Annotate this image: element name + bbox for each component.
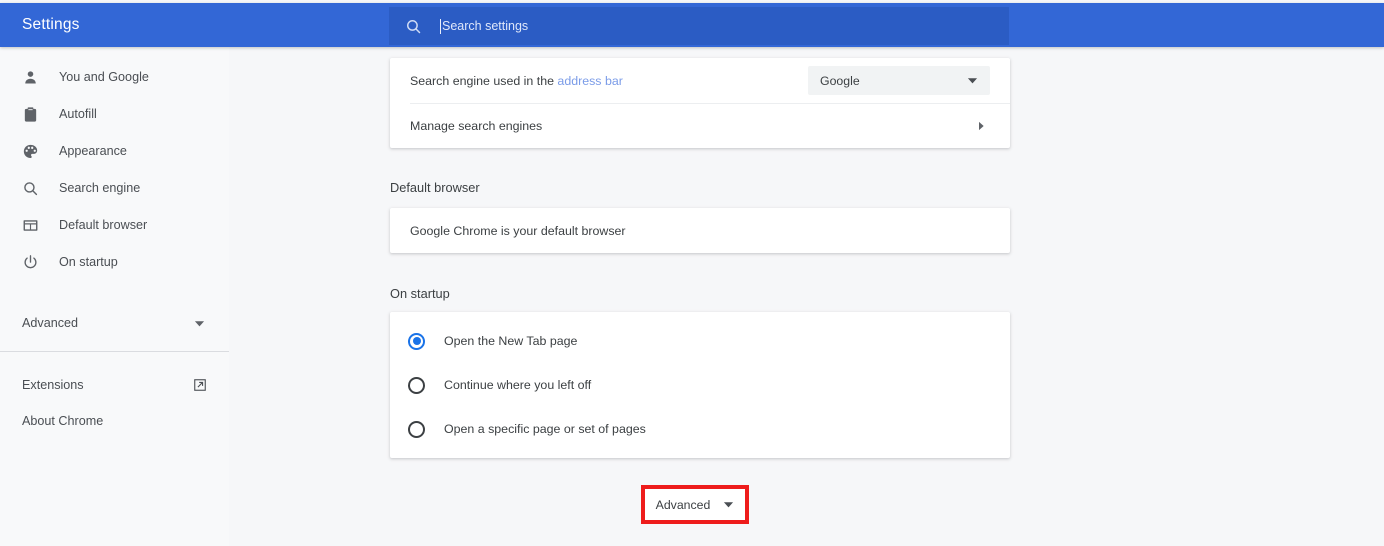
on-startup-card: Open the New Tab page Continue where you… (390, 312, 1010, 458)
sidebar-item-autofill[interactable]: Autofill (0, 96, 229, 132)
radio-button[interactable] (408, 421, 425, 438)
sidebar-item-advanced[interactable]: Advanced (0, 305, 229, 341)
sidebar-item-appearance[interactable]: Appearance (0, 133, 229, 169)
sidebar-divider (0, 351, 229, 352)
browser-window-icon (19, 217, 41, 234)
search-input[interactable]: Search settings (389, 7, 1009, 45)
radio-button[interactable] (408, 333, 425, 350)
sidebar-item-label: On startup (59, 255, 118, 269)
default-browser-card: Google Chrome is your default browser (390, 208, 1010, 253)
row-divider (410, 103, 1010, 104)
radio-option-label: Continue where you left off (444, 378, 591, 392)
sidebar-item-label: Autofill (59, 107, 97, 121)
external-link-icon (193, 378, 207, 392)
sidebar-item-label: You and Google (59, 70, 149, 84)
search-icon (19, 180, 41, 197)
chevron-right-icon (976, 121, 986, 131)
sidebar-item-about-chrome[interactable]: About Chrome (0, 403, 229, 439)
address-bar-link[interactable]: address bar (557, 74, 622, 88)
default-browser-status-text: Google Chrome is your default browser (410, 224, 626, 238)
default-browser-status-row: Google Chrome is your default browser (390, 208, 1010, 253)
power-icon (19, 254, 41, 271)
sidebar-item-label: About Chrome (22, 414, 103, 428)
search-engine-card: Search engine used in the address bar Go… (390, 58, 1010, 148)
radio-option-label: Open a specific page or set of pages (444, 422, 646, 436)
sidebar-item-extensions[interactable]: Extensions (0, 367, 229, 403)
search-icon (403, 16, 423, 36)
sidebar-item-default-browser[interactable]: Default browser (0, 207, 229, 243)
sidebar-item-label: Default browser (59, 218, 147, 232)
radio-option-new-tab-page[interactable]: Open the New Tab page (390, 319, 1010, 363)
sidebar-item-label: Extensions (22, 378, 84, 392)
clipboard-icon (19, 106, 41, 123)
text-caret (440, 19, 441, 34)
default-browser-section-title: Default browser (390, 180, 480, 195)
chevron-down-icon (967, 75, 978, 86)
page-title: Settings (22, 16, 80, 34)
search-engine-row-label: Search engine used in the address bar (410, 74, 623, 88)
advanced-expand-button[interactable]: Advanced (641, 485, 749, 524)
palette-icon (19, 143, 41, 160)
advanced-button-label: Advanced (656, 498, 711, 512)
radio-option-label: Open the New Tab page (444, 334, 577, 348)
sidebar-advanced-label: Advanced (22, 316, 78, 330)
search-engine-row[interactable]: Search engine used in the address bar Go… (390, 58, 1010, 103)
search-engine-dropdown-value: Google (820, 74, 860, 88)
radio-option-specific-pages[interactable]: Open a specific page or set of pages (390, 407, 1010, 451)
manage-search-engines-row[interactable]: Manage search engines (390, 103, 1010, 148)
sidebar-item-on-startup[interactable]: On startup (0, 244, 229, 280)
radio-option-continue-where-left-off[interactable]: Continue where you left off (390, 363, 1010, 407)
manage-search-engines-label: Manage search engines (410, 119, 542, 133)
main-content: Search engine used in the address bar Go… (229, 47, 1384, 546)
sidebar-item-search-engine[interactable]: Search engine (0, 170, 229, 206)
radio-button[interactable] (408, 377, 425, 394)
sidebar-item-label: Search engine (59, 181, 140, 195)
settings-header: Settings Search settings (0, 3, 1384, 47)
search-placeholder: Search settings (442, 19, 528, 33)
sidebar-item-label: Appearance (59, 144, 127, 158)
chevron-down-icon (194, 318, 205, 329)
search-engine-dropdown[interactable]: Google (808, 66, 990, 95)
search-engine-label-prefix: Search engine used in the (410, 74, 557, 88)
on-startup-section-title: On startup (390, 286, 450, 301)
sidebar: You and Google Autofill Appearance Searc… (0, 47, 229, 546)
person-icon (19, 69, 41, 86)
sidebar-item-you-and-google[interactable]: You and Google (0, 59, 229, 95)
chevron-down-icon (723, 499, 734, 510)
